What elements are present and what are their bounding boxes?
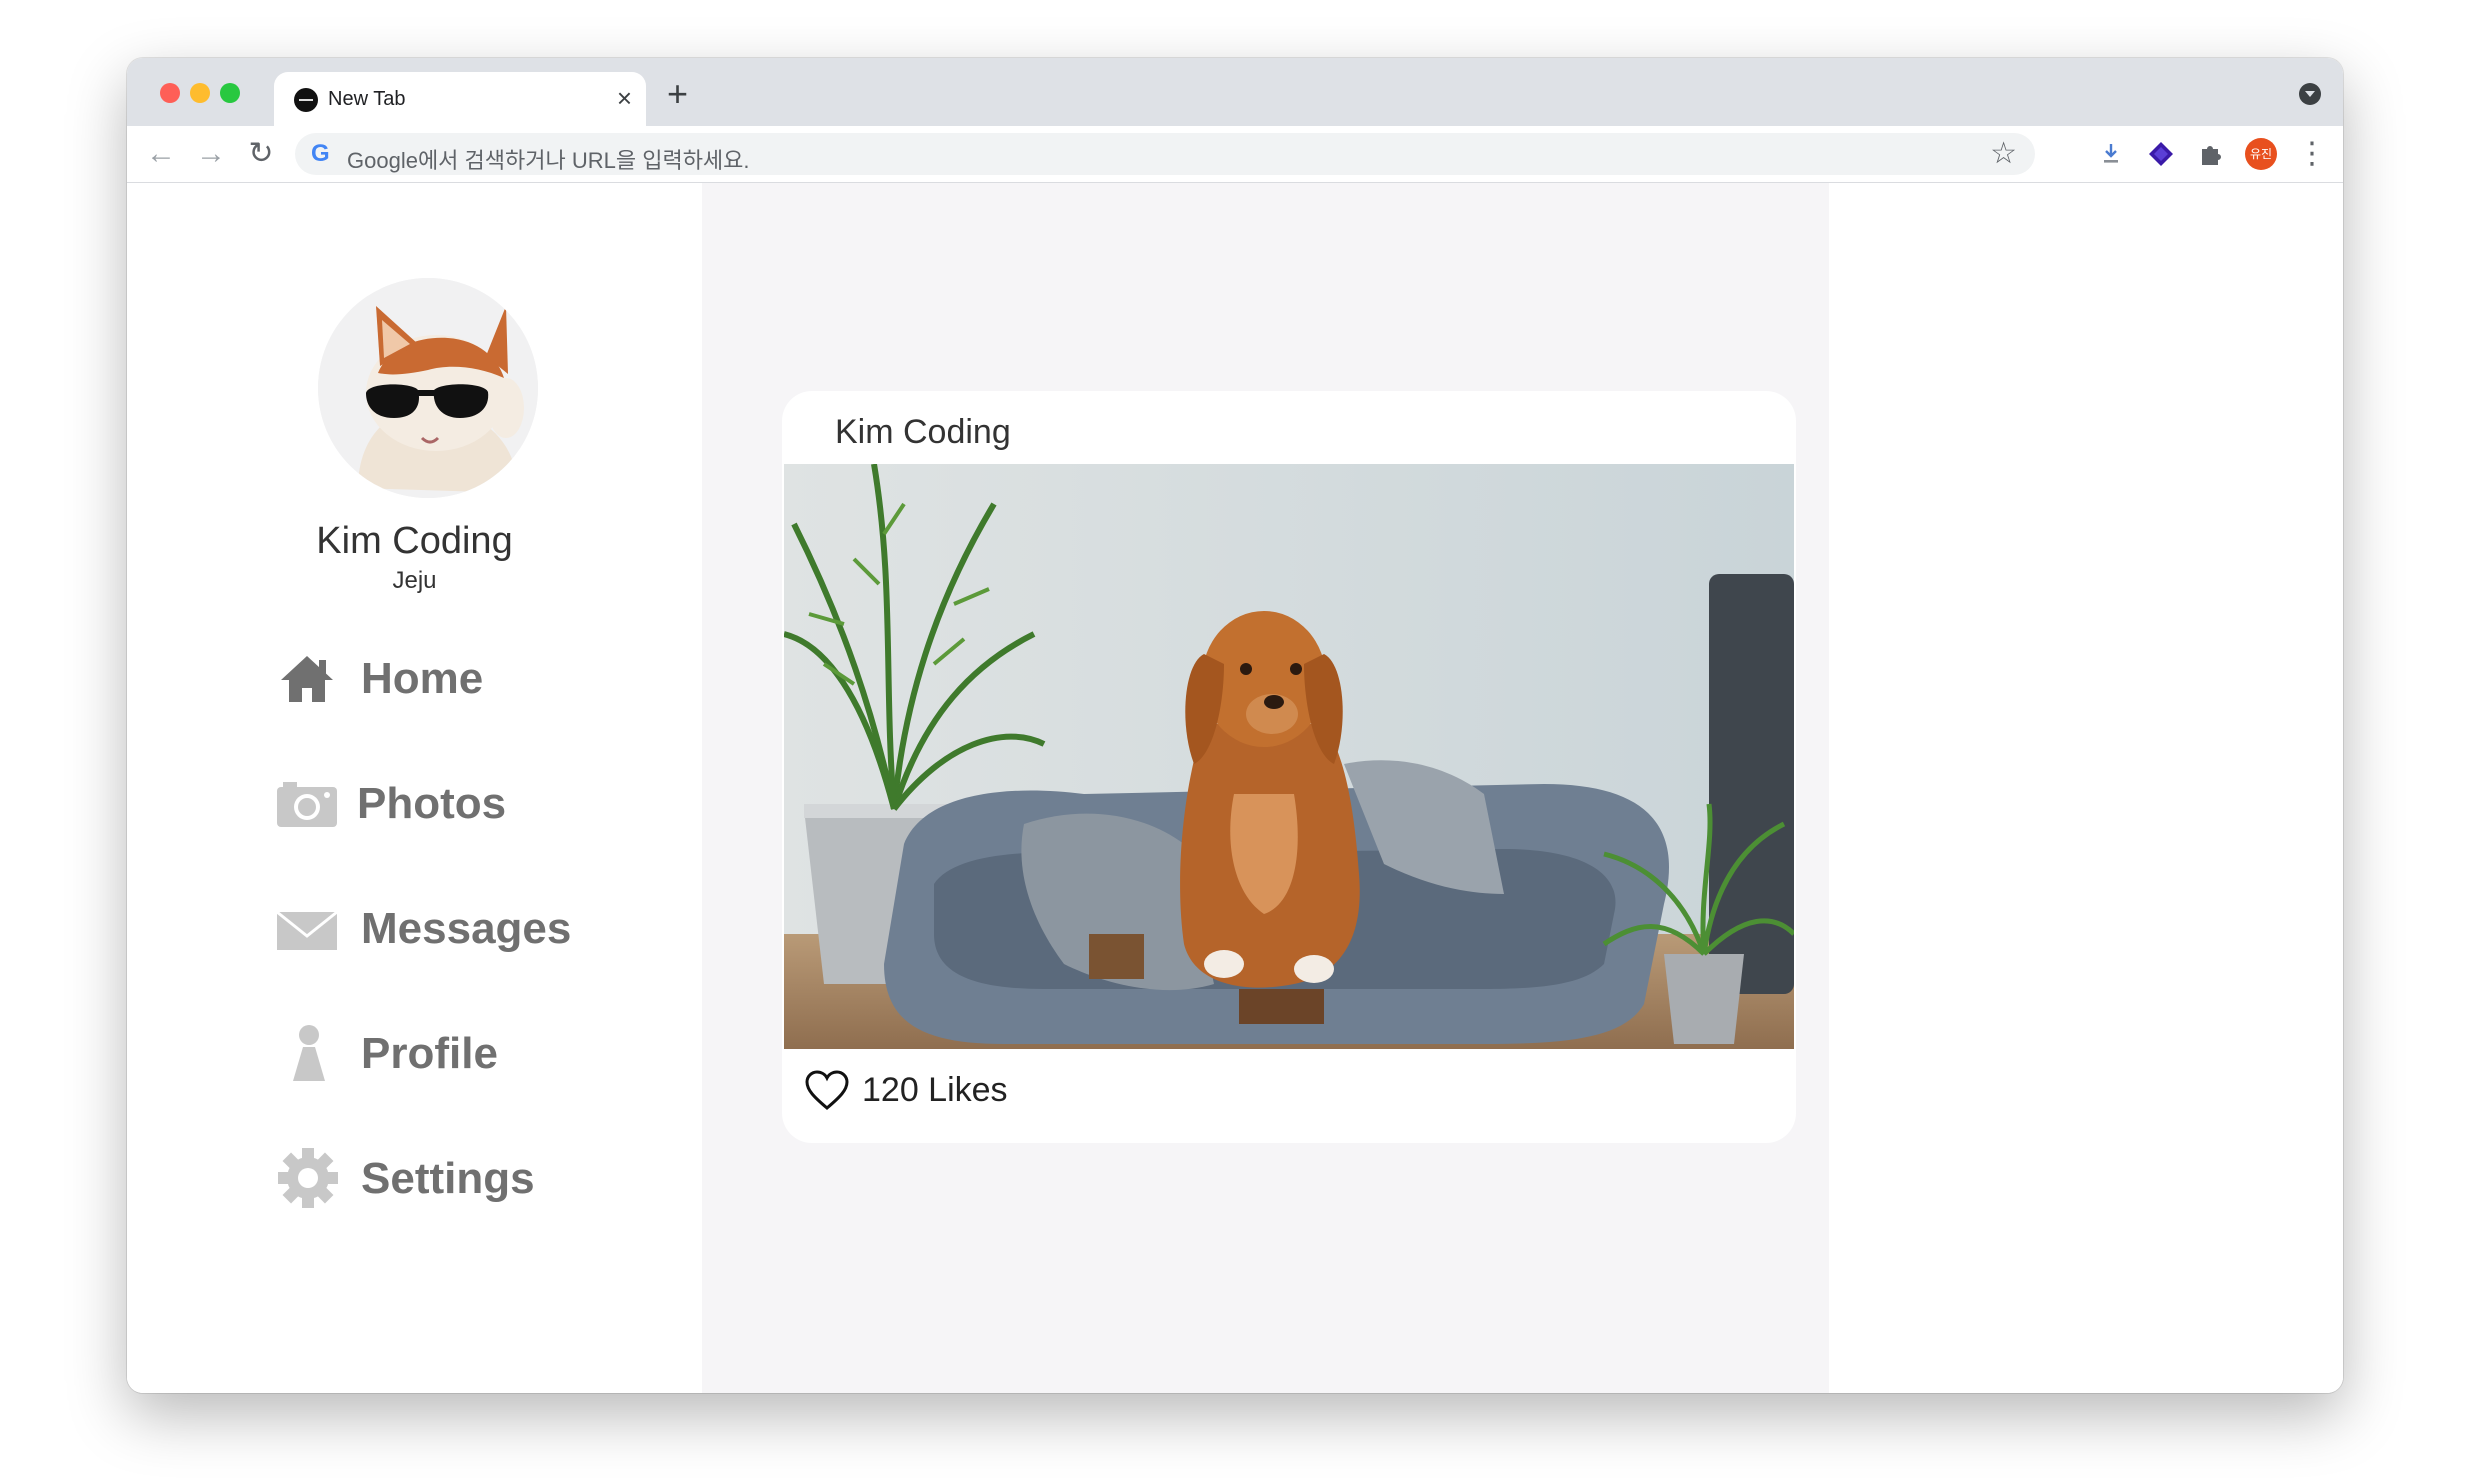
sidebar-item-label: Profile — [361, 1029, 498, 1078]
camera-icon — [277, 782, 337, 827]
cat-with-sunglasses-icon — [318, 278, 538, 498]
sidebar-item-home[interactable]: Home — [275, 648, 635, 708]
post-footer: 120 Likes — [804, 1067, 1404, 1117]
sidebar-item-messages[interactable]: Messages — [275, 898, 635, 958]
browser-menu-icon[interactable]: ⋮ — [2297, 136, 2327, 172]
minimize-window-button[interactable] — [190, 83, 210, 103]
sidebar-item-label: Messages — [361, 904, 572, 953]
envelope-icon — [276, 910, 338, 950]
user-avatar[interactable] — [318, 278, 538, 498]
new-tab-button[interactable]: + — [667, 76, 688, 112]
profile-avatar[interactable]: 유진 — [2245, 138, 2277, 170]
sidebar-item-label: Settings — [361, 1154, 535, 1203]
sidebar-item-label: Home — [361, 654, 484, 703]
diamond-extension-icon[interactable] — [2147, 140, 2175, 168]
dog-on-pet-bed-icon — [784, 464, 1794, 1049]
user-name: Kim Coding — [316, 520, 513, 562]
tab-favicon-icon — [294, 88, 318, 112]
browser-toolbar: ← → ↻ G Google에서 검색하거나 URL을 입력하세요. ☆ 유진 … — [127, 126, 2343, 183]
post-photo[interactable] — [784, 464, 1794, 1049]
tab-close-icon[interactable]: × — [617, 83, 632, 113]
reload-button[interactable]: ↻ — [243, 136, 279, 172]
feed: Kim Coding 120 Likes — [702, 183, 1829, 1393]
post-author[interactable]: Kim Coding — [835, 413, 1011, 452]
sidebar-item-label: Photos — [357, 779, 507, 828]
tab-new-tab[interactable]: New Tab × — [274, 72, 646, 126]
post-card: Kim Coding 120 Likes — [782, 391, 1796, 1143]
address-bar[interactable]: G Google에서 검색하거나 URL을 입력하세요. ☆ — [295, 133, 2035, 175]
user-location: Jeju — [392, 567, 437, 594]
bookmark-star-icon[interactable]: ☆ — [1990, 137, 2017, 171]
browser-window: New Tab × + ← → ↻ G Google에서 검색하거나 URL을 … — [127, 58, 2343, 1393]
sidebar-item-photos[interactable]: Photos — [275, 773, 635, 833]
tab-title: New Tab — [328, 88, 406, 110]
google-icon: G — [311, 140, 330, 167]
sidebar: Kim Coding Jeju Home Photos Messages Pro… — [127, 183, 702, 1393]
maximize-window-button[interactable] — [220, 83, 240, 103]
puzzle-icon[interactable] — [2197, 140, 2225, 168]
address-bar-placeholder[interactable]: Google에서 검색하거나 URL을 입력하세요. — [347, 143, 750, 175]
gear-icon — [278, 1148, 338, 1208]
tab-strip: New Tab × + — [127, 58, 2343, 126]
home-icon — [281, 656, 333, 702]
sidebar-item-settings[interactable]: Settings — [275, 1148, 635, 1208]
forward-button[interactable]: → — [193, 136, 229, 172]
like-count: 120 Likes — [862, 1071, 1008, 1109]
heart-outline-icon[interactable] — [804, 1069, 850, 1111]
tab-search-dropdown-icon[interactable] — [2299, 83, 2321, 105]
page-content: Kim Coding Jeju Home Photos Messages Pro… — [127, 183, 2343, 1393]
sidebar-item-profile[interactable]: Profile — [275, 1023, 635, 1083]
download-icon[interactable] — [2097, 140, 2125, 168]
back-button[interactable]: ← — [143, 136, 179, 172]
person-icon — [293, 1025, 325, 1081]
right-panel — [1829, 183, 2343, 1393]
close-window-button[interactable] — [160, 83, 180, 103]
